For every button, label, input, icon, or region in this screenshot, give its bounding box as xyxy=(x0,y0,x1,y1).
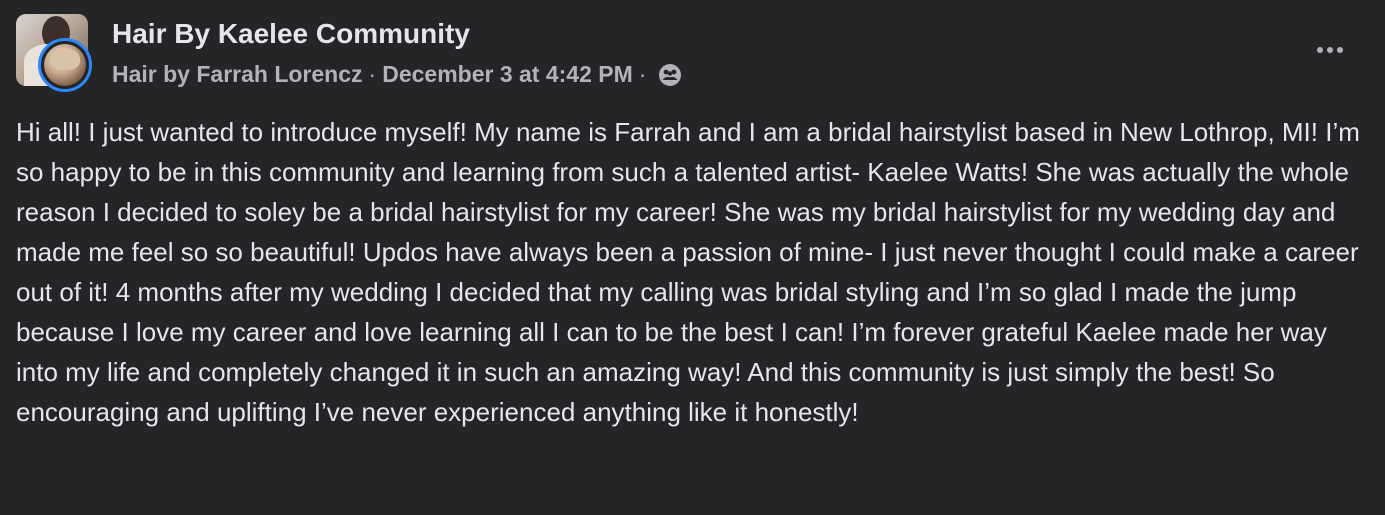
meta-separator: · xyxy=(368,61,377,87)
post-avatar-group xyxy=(14,14,100,98)
group-name-link[interactable]: Hair By Kaelee Community xyxy=(112,18,470,50)
post-body-text: Hi all! I just wanted to introduce mysel… xyxy=(16,117,1360,427)
author-avatar[interactable] xyxy=(38,38,92,92)
group-members-icon[interactable] xyxy=(658,63,682,87)
post-card: Hair By Kaelee Community Hair by Farrah … xyxy=(0,0,1385,515)
author-name-link[interactable]: Hair by Farrah Lorencz xyxy=(112,61,363,88)
post-meta: Hair by Farrah Lorencz · December 3 at 4… xyxy=(112,61,682,88)
timestamp-link[interactable]: December 3 at 4:42 PM xyxy=(382,61,633,88)
more-options-button[interactable] xyxy=(1308,34,1352,66)
meta-separator-2: · xyxy=(638,61,647,87)
more-options-icon xyxy=(1317,47,1323,53)
